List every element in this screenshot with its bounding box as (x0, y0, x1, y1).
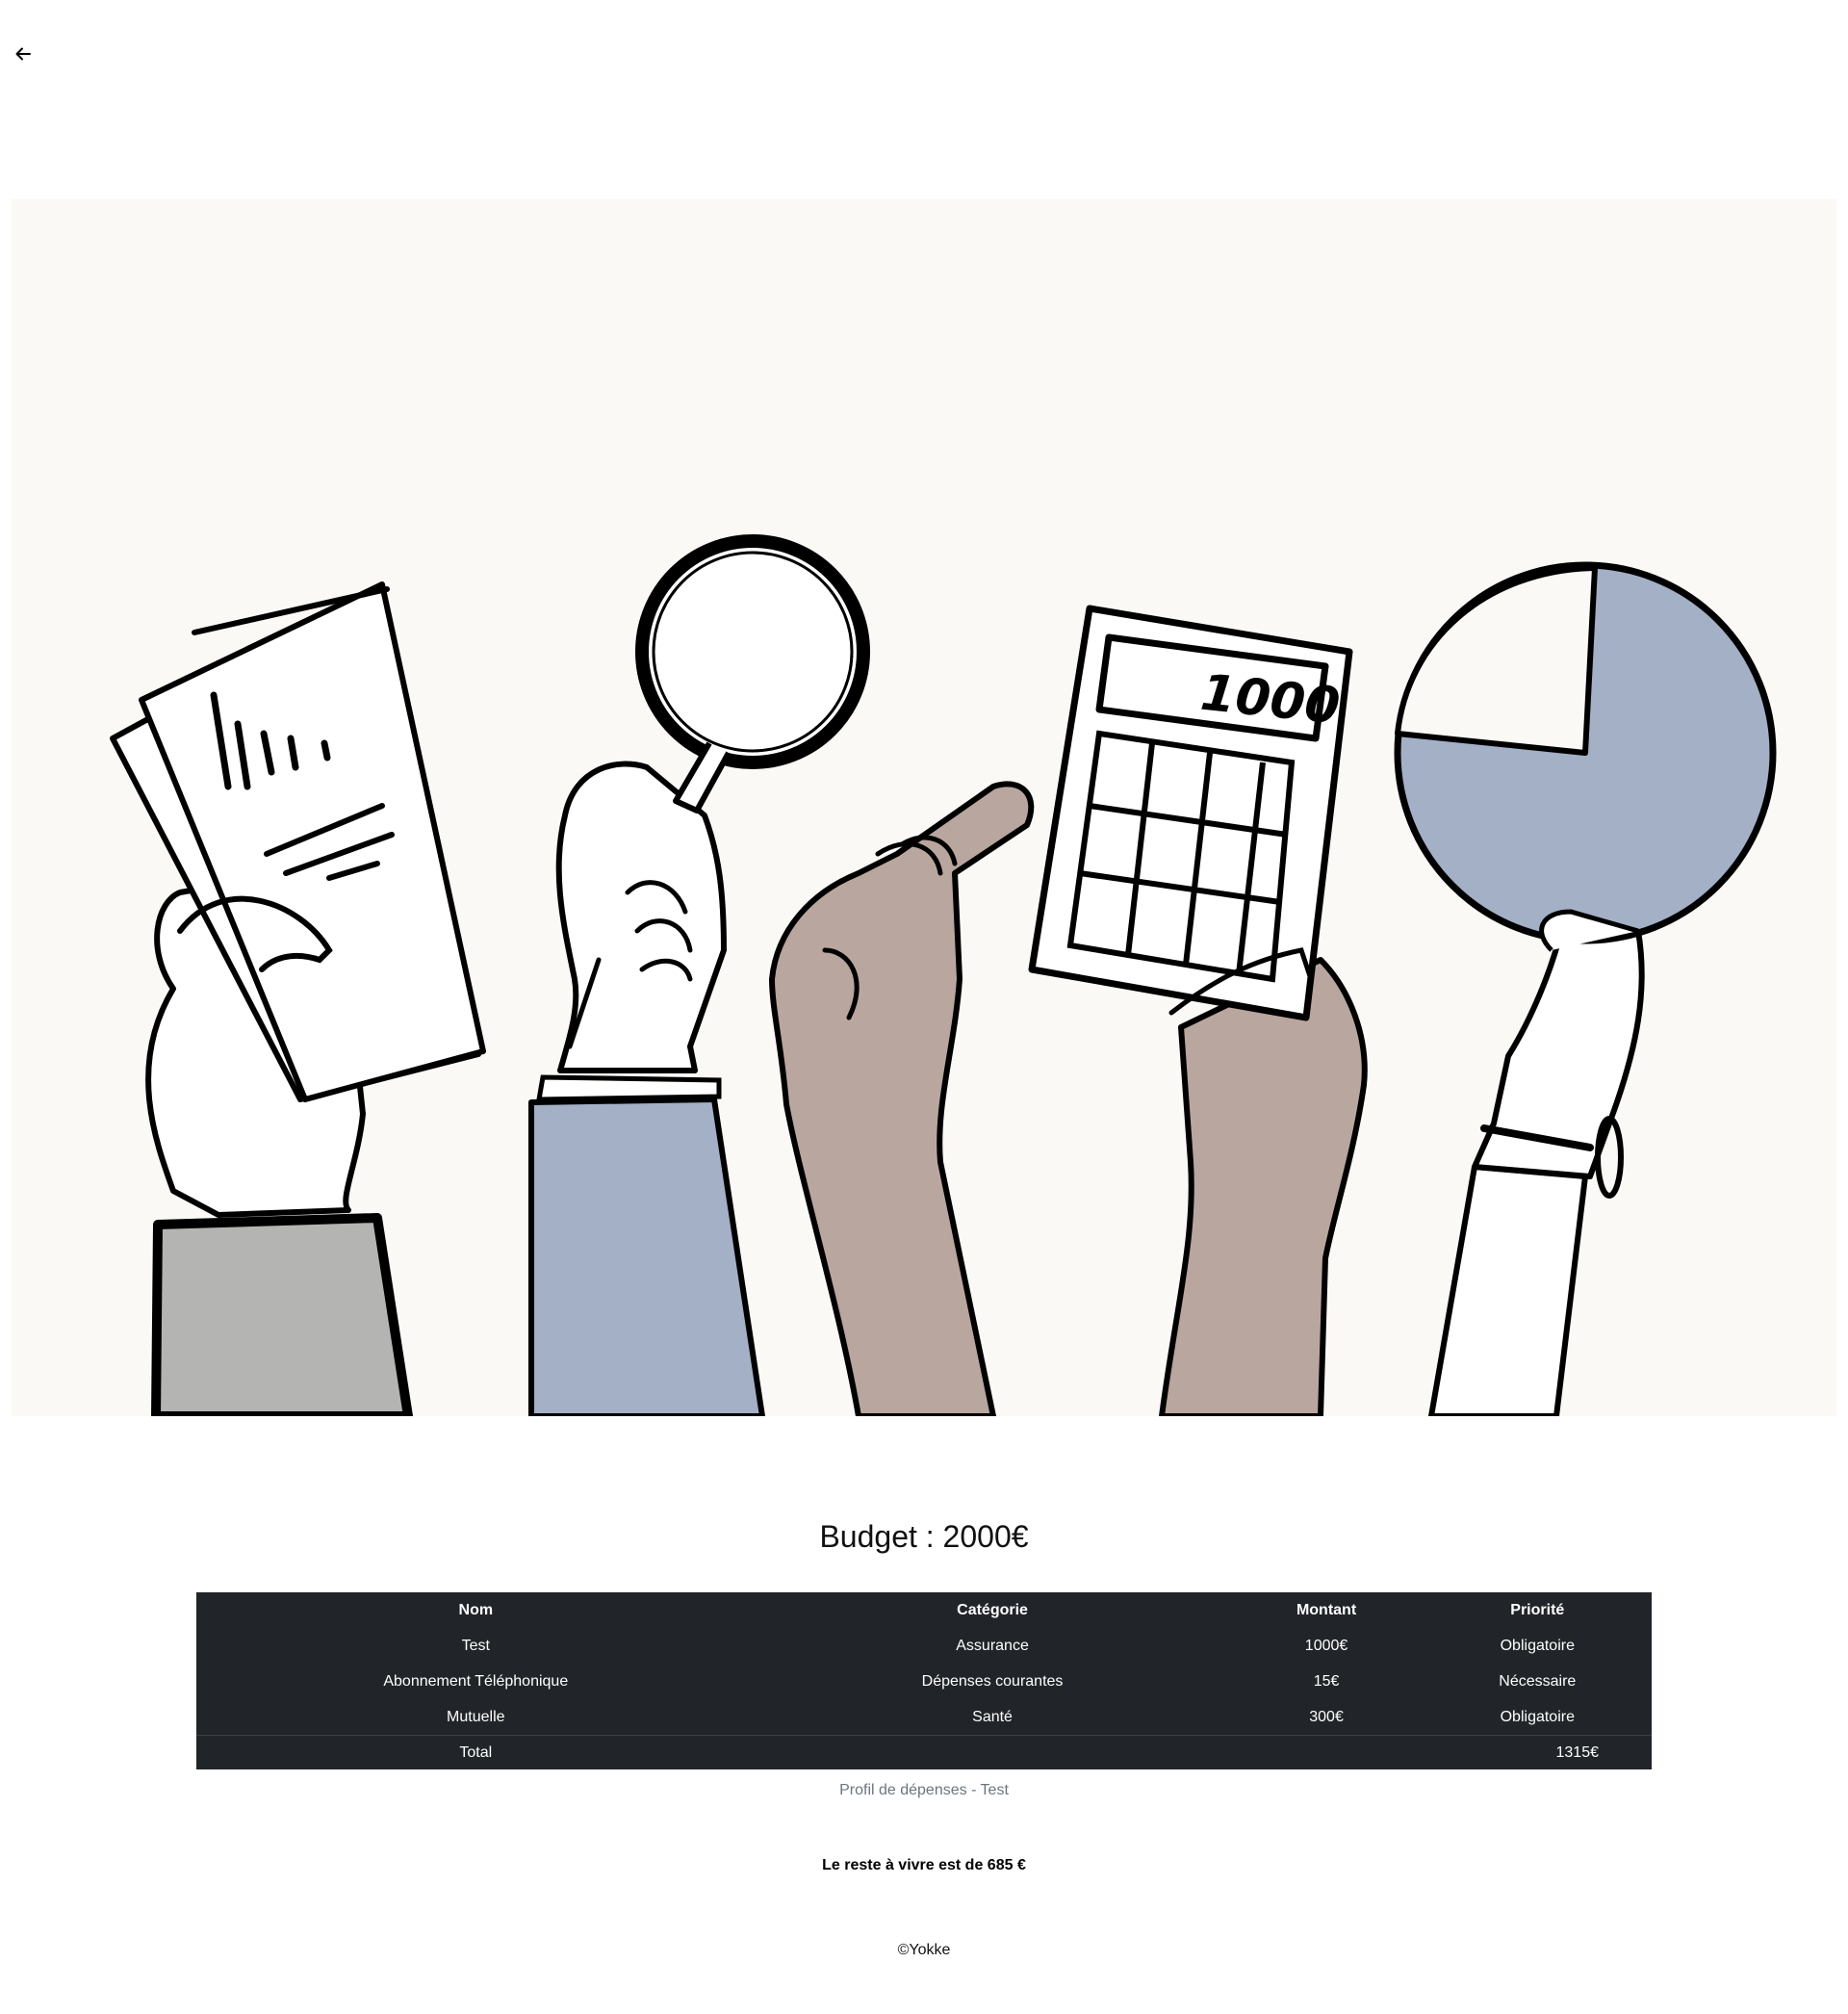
hero-illustration: 1000 (12, 199, 1836, 1416)
hand-holding-calculator-illustration: 1000 (1028, 605, 1368, 1416)
column-header-categorie: Catégorie (957, 1601, 1028, 1618)
cell-nom: Abonnement Téléphonique (383, 1672, 569, 1690)
reste-a-vivre-text: Le reste à vivre est de 685 € (822, 1857, 1026, 1873)
expenses-table-wrapper: Nom Catégorie Montant Priorité Test Assu… (196, 1592, 1652, 1769)
cell-montant: 300€ (1309, 1708, 1344, 1725)
table-total-row: Total 1315€ (196, 1735, 1652, 1769)
cell-montant: 1000€ (1304, 1637, 1348, 1654)
table-caption: Profil de dépenses - Test (839, 1782, 1009, 1798)
table-header-row: Nom Catégorie Montant Priorité (196, 1592, 1652, 1628)
cell-montant: 15€ (1313, 1672, 1340, 1690)
cell-priorite: Nécessaire (1499, 1672, 1577, 1690)
cell-categorie: Assurance (956, 1637, 1029, 1654)
column-header-montant: Montant (1296, 1601, 1357, 1618)
table-row: Mutuelle Santé 300€ Obligatoire (196, 1699, 1652, 1736)
arrow-left-icon (15, 47, 31, 61)
hand-holding-pie-chart-illustration (1394, 561, 1777, 1416)
expenses-table: Nom Catégorie Montant Priorité Test Assu… (196, 1592, 1652, 1769)
cell-nom: Test (461, 1637, 490, 1654)
column-header-priorite: Priorité (1510, 1601, 1565, 1618)
back-button[interactable] (12, 42, 35, 65)
total-label: Total (196, 1735, 756, 1769)
footer-copyright: ©Yokke (897, 1942, 951, 1958)
cell-priorite: Obligatoire (1500, 1637, 1575, 1654)
page: 1000 Budget : 2000€ Nom Catégorie Montan… (0, 0, 1848, 2014)
cell-nom: Mutuelle (447, 1708, 505, 1725)
cell-categorie: Santé (972, 1708, 1013, 1725)
budget-title: Budget : 2000€ (819, 1519, 1029, 1554)
cell-categorie: Dépenses courantes (921, 1672, 1064, 1690)
column-header-nom: Nom (458, 1601, 494, 1618)
total-value: 1315€ (1423, 1735, 1652, 1769)
table-row: Test Assurance 1000€ Obligatoire (196, 1628, 1652, 1664)
table-row: Abonnement Téléphonique Dépenses courant… (196, 1664, 1652, 1699)
hand-holding-papers-illustration (110, 581, 486, 1416)
hand-pointing-illustration (769, 781, 1035, 1416)
cell-priorite: Obligatoire (1500, 1708, 1575, 1725)
